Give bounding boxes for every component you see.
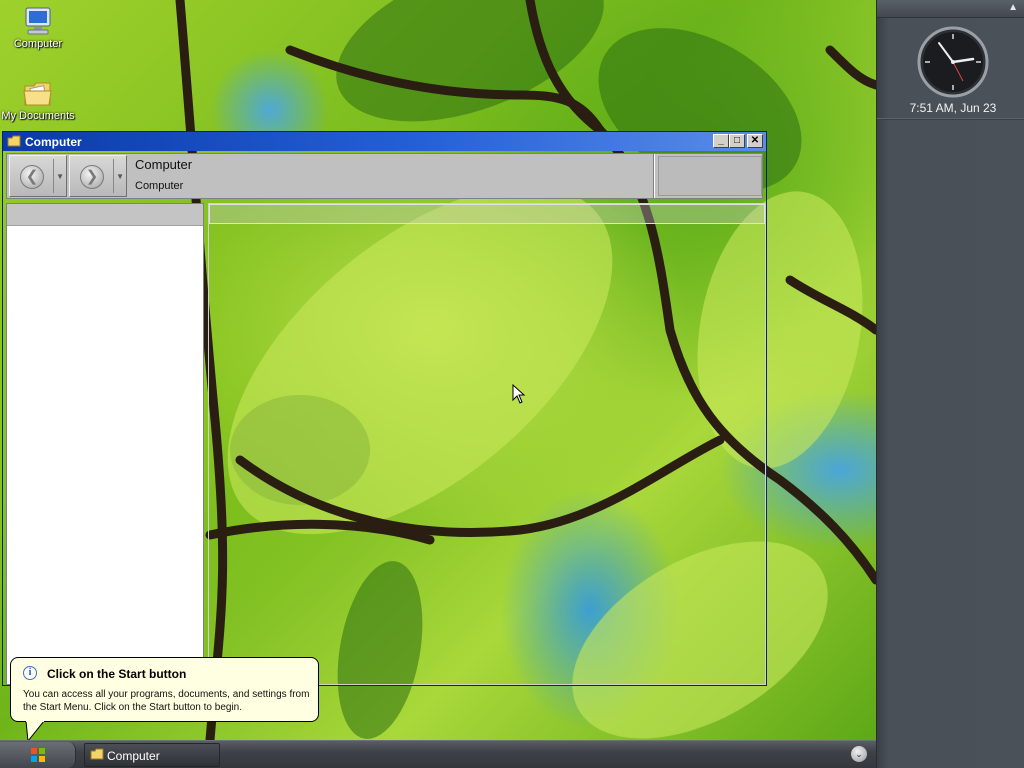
navigation-pane-header — [7, 204, 203, 226]
dropdown-arrow-icon[interactable]: ▼ — [116, 172, 124, 181]
location-title: Computer — [135, 157, 193, 172]
info-icon: i — [23, 666, 37, 680]
folder-icon — [90, 748, 104, 760]
explorer-window[interactable]: Computer _ □ ✕ ❮ ▼ ❯ ▼ Computer Computer — [2, 131, 767, 686]
start-button-balloon-tip[interactable]: i Click on the Start button You can acce… — [10, 657, 319, 722]
taskbar: Computer ⌄ — [0, 740, 876, 768]
dropdown-arrow-icon[interactable]: ▼ — [56, 172, 64, 181]
documents-folder-icon — [23, 82, 52, 106]
sidebar-divider — [877, 118, 1024, 120]
computer-icon — [25, 7, 51, 35]
desktop-icon-computer[interactable]: Computer — [0, 6, 76, 50]
location-breadcrumb[interactable]: Computer — [135, 180, 183, 192]
start-button[interactable] — [0, 742, 76, 768]
sidebar-arrow-icon[interactable]: ▲ — [1008, 2, 1018, 13]
navigation-toolbar: ❮ ▼ ❯ ▼ Computer Computer — [6, 153, 763, 199]
forward-button[interactable]: ❯ ▼ — [69, 155, 127, 197]
mouse-cursor-icon — [512, 384, 526, 404]
content-pane[interactable] — [208, 203, 766, 685]
clock-time-text: 7:51 AM, Jun 23 — [909, 101, 997, 115]
sidebar-header: ▲ — [877, 0, 1024, 18]
forward-arrow-icon: ❯ — [80, 165, 104, 189]
windows-flag-icon — [31, 748, 45, 762]
desktop-icon-label: My Documents — [1, 110, 75, 122]
chevron-down-icon[interactable]: ⌄ — [851, 746, 867, 762]
window-titlebar[interactable]: Computer _ □ ✕ — [3, 132, 766, 151]
toolbar-divider — [653, 154, 655, 198]
back-arrow-icon: ❮ — [20, 165, 44, 189]
taskbar-item-label: Computer — [107, 749, 160, 763]
taskbar-item-computer[interactable]: Computer — [84, 743, 220, 767]
nav-separator — [113, 159, 114, 193]
desktop-icon-my-documents[interactable]: My Documents — [0, 78, 76, 122]
minimize-button[interactable]: _ — [713, 134, 729, 148]
navigation-pane[interactable] — [6, 203, 204, 685]
maximize-button[interactable]: □ — [729, 134, 745, 148]
column-header-bar[interactable] — [209, 204, 765, 224]
window-title: Computer — [25, 135, 82, 149]
folder-icon — [7, 135, 21, 147]
balloon-title: Click on the Start button — [47, 667, 187, 681]
back-button[interactable]: ❮ ▼ — [9, 155, 67, 197]
balloon-body: You can access all your programs, docume… — [23, 689, 310, 713]
sidebar-panel: ▲ 7:51 AM, Jun 23 — [876, 0, 1024, 768]
analog-clock-icon[interactable] — [917, 26, 989, 98]
desktop-icon-label: Computer — [13, 38, 63, 50]
search-area[interactable] — [658, 156, 762, 196]
nav-separator — [53, 159, 54, 193]
close-button[interactable]: ✕ — [747, 134, 763, 148]
